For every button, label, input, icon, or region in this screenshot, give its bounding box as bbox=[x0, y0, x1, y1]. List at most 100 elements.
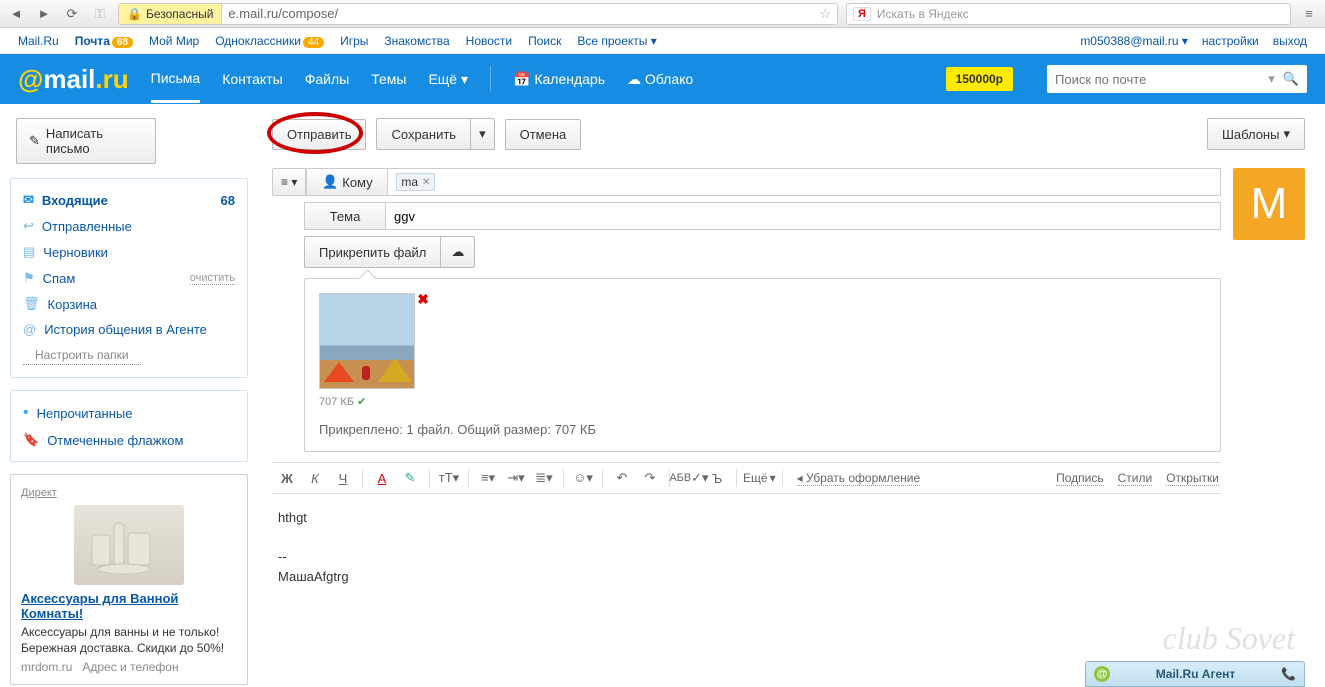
mail-search[interactable]: ▾ 🔍 bbox=[1047, 65, 1307, 93]
italic-icon[interactable]: К bbox=[302, 466, 328, 490]
save-button[interactable]: Сохранить bbox=[376, 118, 470, 150]
portal-link-dating[interactable]: Знакомства bbox=[384, 34, 449, 48]
configure-folders[interactable]: Настроить папки bbox=[23, 346, 141, 365]
forward-icon[interactable]: ► bbox=[34, 4, 54, 24]
mailru-logo[interactable]: @mail.ru bbox=[18, 64, 129, 95]
ad-title-link[interactable]: Аксессуары для Ванной Комнаты! bbox=[21, 591, 178, 621]
avatar[interactable]: M bbox=[1233, 168, 1305, 240]
portal-link-mail[interactable]: Почта68 bbox=[75, 34, 133, 48]
portal-link-ok[interactable]: Одноклассники44 bbox=[215, 34, 324, 48]
clear-spam[interactable]: очистить bbox=[190, 272, 235, 285]
sidebar: ✎ Написать письмо ✉ Входящие 68 ↩ Отправ… bbox=[0, 104, 258, 687]
toolbar-more[interactable]: Ещё▾ bbox=[743, 471, 776, 485]
clear-format[interactable]: ◂ Убрать оформление bbox=[797, 471, 921, 486]
bold-icon[interactable]: Ж bbox=[274, 466, 300, 490]
key-icon[interactable]: ⚿ bbox=[90, 4, 110, 24]
folder-label: Отправленные bbox=[42, 219, 132, 234]
phone-icon[interactable]: 📞 bbox=[1281, 667, 1296, 681]
filter-unread[interactable]: • Непрочитанные bbox=[11, 399, 247, 427]
trash-icon: 🗑 bbox=[23, 296, 40, 312]
search-input[interactable] bbox=[1055, 72, 1260, 87]
layout-toggle[interactable]: ≡ ▾ bbox=[272, 168, 306, 196]
reload-icon[interactable]: ⟳ bbox=[62, 4, 82, 24]
remove-recipient-icon[interactable]: ✕ bbox=[422, 177, 430, 188]
editor-body[interactable]: hthgt -- МашаAfgtrg bbox=[272, 494, 1221, 600]
folder-spam[interactable]: ⚑ Спам очистить bbox=[11, 265, 247, 291]
folder-trash[interactable]: 🗑 Корзина bbox=[11, 291, 247, 317]
star-icon[interactable]: ☆ bbox=[813, 6, 837, 22]
portal-link-search[interactable]: Поиск bbox=[528, 34, 561, 48]
emoji-icon[interactable]: ☺▾ bbox=[570, 466, 596, 490]
portal-link-games[interactable]: Игры bbox=[340, 34, 368, 48]
attach-cloud-button[interactable]: ☁ bbox=[441, 236, 475, 268]
ad-image[interactable] bbox=[74, 505, 184, 585]
agent-bar[interactable]: @ Mail.Ru Агент 📞 bbox=[1085, 661, 1305, 687]
ad-tag: Директ bbox=[21, 487, 57, 499]
tab-themes[interactable]: Темы bbox=[371, 71, 406, 87]
highlight-icon[interactable]: ✎ bbox=[397, 466, 423, 490]
styles-link[interactable]: Стили bbox=[1118, 471, 1153, 486]
to-label-button[interactable]: 👤Кому bbox=[306, 168, 388, 196]
postcards-link[interactable]: Открытки bbox=[1166, 471, 1219, 486]
underline-icon[interactable]: Ч bbox=[330, 466, 356, 490]
cloud-icon: ☁ bbox=[451, 244, 464, 260]
portal-link-mymir[interactable]: Мой Мир bbox=[149, 34, 199, 48]
save-dropdown[interactable]: ▾ bbox=[470, 118, 495, 150]
portal-link-news[interactable]: Новости bbox=[466, 34, 512, 48]
tab-files[interactable]: Файлы bbox=[305, 71, 349, 87]
translit-icon[interactable]: Ъ bbox=[704, 466, 730, 490]
money-button[interactable]: 150000р bbox=[946, 67, 1013, 91]
check-icon: ✔ bbox=[357, 396, 366, 408]
folder-drafts[interactable]: ▤ Черновики bbox=[11, 239, 247, 265]
cancel-button[interactable]: Отмена bbox=[505, 119, 582, 150]
user-email[interactable]: m050388@mail.ru ▾ bbox=[1080, 34, 1188, 48]
calendar-icon: 📅 bbox=[513, 71, 530, 87]
font-size-icon[interactable]: тТ▾ bbox=[436, 466, 462, 490]
portal-nav: Mail.Ru Почта68 Мой Мир Одноклассники44 … bbox=[0, 28, 1325, 54]
remove-attachment-icon[interactable]: ✖ bbox=[417, 291, 429, 308]
folder-agent-history[interactable]: @ История общения в Агенте bbox=[11, 317, 247, 342]
align-icon[interactable]: ≡▾ bbox=[475, 466, 501, 490]
tab-calendar[interactable]: 📅 Календарь bbox=[513, 71, 605, 88]
highlight-circle bbox=[267, 112, 363, 154]
portal-link-all[interactable]: Все проекты ▾ bbox=[577, 34, 656, 48]
tab-contacts[interactable]: Контакты bbox=[222, 71, 282, 87]
folder-inbox[interactable]: ✉ Входящие 68 bbox=[11, 187, 247, 213]
to-input[interactable]: ma✕ bbox=[388, 168, 1221, 196]
portal-link-mailru[interactable]: Mail.Ru bbox=[18, 34, 59, 48]
separator bbox=[490, 66, 491, 92]
filters-list: • Непрочитанные 🔖 Отмеченные флажком bbox=[10, 390, 248, 462]
compose-button[interactable]: ✎ Написать письмо bbox=[16, 118, 156, 164]
settings-link[interactable]: настройки bbox=[1202, 34, 1259, 48]
tab-more[interactable]: Ещё ▾ bbox=[428, 71, 468, 88]
tab-letters[interactable]: Письма bbox=[151, 70, 201, 103]
ad-text: Аксессуары для ванны и не только! Бережн… bbox=[21, 625, 237, 656]
folder-sent[interactable]: ↩ Отправленные bbox=[11, 213, 247, 239]
attachment-thumb[interactable]: ✖ 707 КБ ✔ bbox=[319, 293, 415, 408]
templates-button[interactable]: Шаблоны ▾ bbox=[1207, 118, 1305, 150]
menu-icon[interactable]: ≡ bbox=[1299, 4, 1319, 24]
attach-button[interactable]: Прикрепить файл bbox=[304, 236, 441, 268]
url-bar[interactable]: 🔒 Безопасный e.mail.ru/compose/ ☆ bbox=[118, 3, 838, 25]
folder-label: Корзина bbox=[48, 297, 98, 312]
recipient-chip[interactable]: ma✕ bbox=[396, 173, 435, 191]
back-icon[interactable]: ◄ bbox=[6, 4, 26, 24]
text-color-icon[interactable]: A bbox=[369, 466, 395, 490]
subject-input[interactable] bbox=[386, 202, 1221, 230]
spellcheck-icon[interactable]: АБВ✓▾ bbox=[676, 466, 702, 490]
undo-icon[interactable]: ↶ bbox=[609, 466, 635, 490]
tab-cloud[interactable]: ☁ Облако bbox=[627, 71, 693, 88]
indent-icon[interactable]: ⇥▾ bbox=[503, 466, 529, 490]
to-row: ≡ ▾ 👤Кому ma✕ bbox=[272, 168, 1221, 196]
content: ✎ Написать письмо ✉ Входящие 68 ↩ Отправ… bbox=[0, 104, 1325, 687]
signature-link[interactable]: Подпись bbox=[1056, 471, 1104, 486]
secure-label: Безопасный bbox=[146, 7, 213, 21]
yandex-search[interactable]: Я Искать в Яндекс bbox=[846, 3, 1291, 25]
redo-icon[interactable]: ↷ bbox=[637, 466, 663, 490]
person-icon: 👤 bbox=[322, 174, 338, 190]
list-icon[interactable]: ≣▾ bbox=[531, 466, 557, 490]
search-icon[interactable]: 🔍 bbox=[1283, 71, 1299, 87]
logout-link[interactable]: выход bbox=[1273, 34, 1307, 48]
search-dropdown-icon[interactable]: ▾ bbox=[1268, 71, 1275, 87]
filter-flagged[interactable]: 🔖 Отмеченные флажком bbox=[11, 427, 247, 453]
